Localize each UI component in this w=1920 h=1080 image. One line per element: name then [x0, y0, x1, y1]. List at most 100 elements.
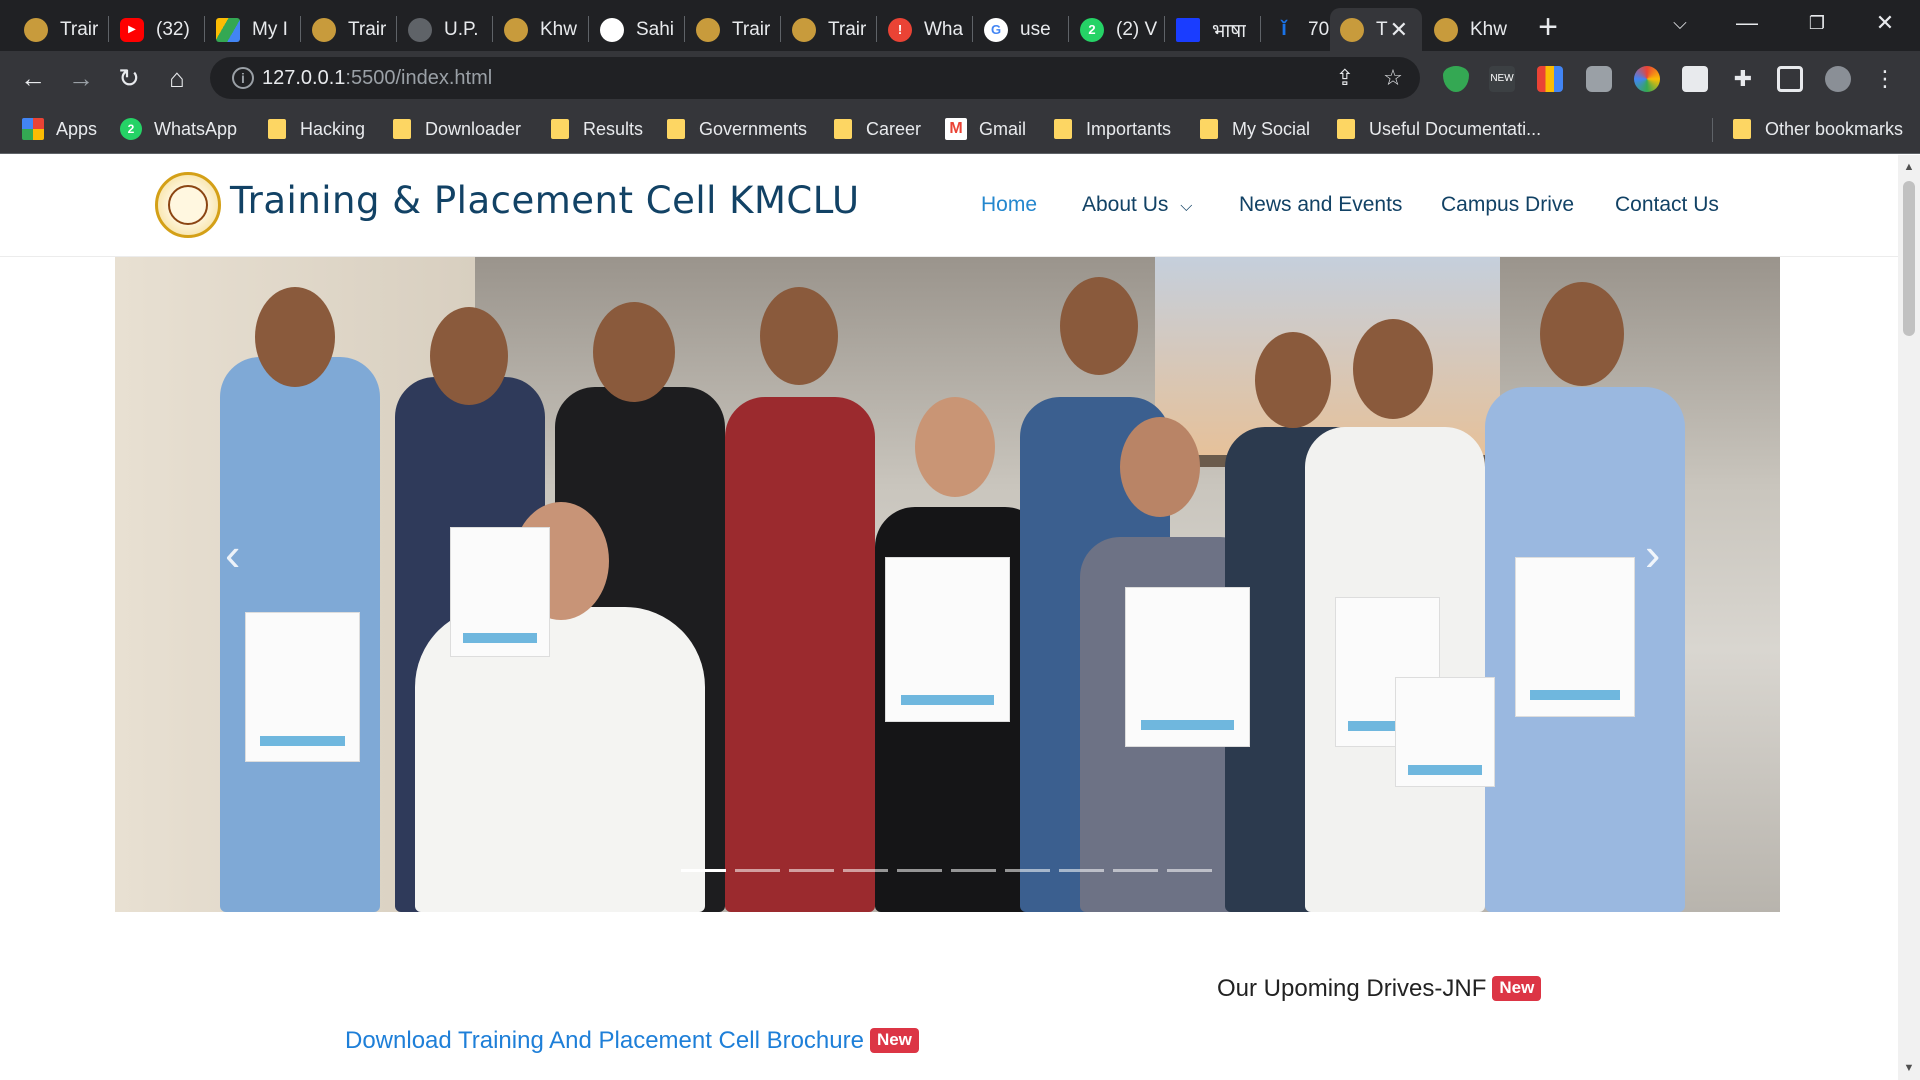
site-title[interactable]: Training & Placement Cell KMCLU [230, 179, 860, 222]
gmail-icon: M [945, 118, 967, 140]
scroll-up-arrow-icon[interactable]: ▲ [1898, 157, 1920, 177]
youtube-icon: ▶ [120, 17, 144, 42]
folder-icon [1054, 119, 1072, 139]
bookmark-folder[interactable]: Useful Documentati... [1337, 114, 1541, 144]
bookmark-folder[interactable]: Career [834, 114, 921, 144]
folder-icon [834, 119, 852, 139]
new-badge: New [869, 1028, 919, 1053]
nav-campus-drive[interactable]: Campus Drive [1441, 193, 1574, 217]
browser-tab[interactable]: My I [206, 8, 298, 51]
kmclu-logo[interactable] [155, 172, 221, 238]
bookmark-folder[interactable]: Downloader [393, 114, 521, 144]
browser-tab[interactable]: Trair [782, 8, 874, 51]
folder-icon [268, 119, 286, 139]
browser-tab[interactable]: Khw [1424, 8, 1516, 51]
browser-tab[interactable]: Sahi [590, 8, 682, 51]
address-url[interactable]: 127.0.0.1:5500/index.html [262, 67, 492, 90]
bookmark-folder[interactable]: Hacking [268, 114, 365, 144]
calendar-extension-icon[interactable] [1682, 66, 1708, 92]
folder-icon [1200, 119, 1218, 139]
github-icon [600, 17, 624, 42]
carousel-indicator[interactable] [681, 869, 726, 872]
nav-news-and-events[interactable]: News and Events [1239, 193, 1402, 217]
browser-tab[interactable]: Guse [974, 8, 1066, 51]
close-tab-icon[interactable]: ✕ [1390, 17, 1408, 43]
color-picker-extension-icon[interactable] [1537, 66, 1563, 92]
carousel-next-arrow-icon[interactable]: › [1645, 527, 1660, 581]
browser-tab[interactable]: भाषा [1166, 8, 1258, 51]
close-window-button[interactable]: ✕ [1850, 0, 1920, 46]
restore-window-button[interactable]: ❐ [1782, 0, 1852, 46]
nav-contact-us[interactable]: Contact Us [1615, 193, 1719, 217]
browser-tab[interactable]: ! Wha [878, 8, 970, 51]
bookmark-folder[interactable]: Governments [667, 114, 807, 144]
camera-extension-icon[interactable] [1586, 66, 1612, 92]
browser-tab[interactable]: Trair [302, 8, 394, 51]
bookmark-folder[interactable]: Results [551, 114, 643, 144]
browser-tab[interactable]: Trair [686, 8, 778, 51]
back-arrow-icon[interactable]: ← [14, 59, 52, 97]
carousel-indicator[interactable] [735, 869, 780, 872]
folder-icon [667, 119, 685, 139]
address-bar[interactable]: i 127.0.0.1:5500/index.html ⇪ ☆ [210, 57, 1420, 99]
carousel-indicator[interactable] [951, 869, 996, 872]
browser-menu-icon[interactable]: ⋮ [1872, 66, 1898, 92]
bookmark-gmail[interactable]: M Gmail [945, 114, 1026, 144]
bookmark-apps[interactable]: Apps [22, 114, 97, 144]
browser-tab[interactable]: U.P. [398, 8, 490, 51]
download-brochure-link[interactable]: Download Training And Placement Cell Bro… [345, 1027, 919, 1055]
globe-icon [408, 17, 432, 42]
reload-icon[interactable]: ↻ [110, 59, 148, 97]
kmclu-favicon-icon [1340, 17, 1364, 42]
nav-home[interactable]: Home [981, 193, 1037, 217]
google-drive-icon [216, 17, 240, 42]
page-scrollbar[interactable]: ▲ ▼ [1898, 155, 1920, 1080]
page-viewport: Training & Placement Cell KMCLU Home Abo… [0, 155, 1898, 1080]
new-badge: New [1492, 976, 1542, 1001]
carousel-indicator[interactable] [789, 869, 834, 872]
site-info-icon[interactable]: i [232, 67, 254, 89]
carousel-indicator[interactable] [1167, 869, 1212, 872]
minimize-window-button[interactable]: — [1712, 0, 1782, 46]
nav-about-us[interactable]: About Us ⌵ [1082, 193, 1192, 217]
bookmark-folder[interactable]: My Social [1200, 114, 1310, 144]
chevron-down-icon: ⌵ [1180, 198, 1193, 215]
site-icon [1176, 17, 1200, 42]
carousel-indicator[interactable] [897, 869, 942, 872]
tab-search-chevron-icon[interactable]: ⌵ [1645, 0, 1715, 46]
chrome-extension-icon[interactable] [1634, 66, 1660, 92]
home-icon[interactable]: ⌂ [158, 59, 196, 97]
share-icon[interactable]: ⇪ [1332, 65, 1358, 91]
other-bookmarks-folder[interactable]: Other bookmarks [1733, 114, 1903, 144]
person-icon: ǐ [1281, 18, 1287, 40]
forward-arrow-icon[interactable]: → [62, 59, 100, 97]
scrollbar-thumb[interactable] [1903, 181, 1915, 336]
new-extension-icon[interactable]: NEW [1489, 66, 1515, 92]
whatsapp-icon: 2 [1080, 17, 1104, 42]
bookmark-star-icon[interactable]: ☆ [1380, 65, 1406, 91]
browser-tab-active[interactable]: T ✕ [1330, 8, 1422, 51]
browser-tab[interactable]: ▶ (32) [110, 8, 202, 51]
browser-tab[interactable]: Trair [14, 8, 106, 51]
browser-tab[interactable]: ǐ70 N [1262, 8, 1332, 51]
scroll-down-arrow-icon[interactable]: ▼ [1898, 1058, 1920, 1078]
carousel-indicator[interactable] [1113, 869, 1158, 872]
kmclu-favicon-icon [504, 17, 528, 42]
kmclu-favicon-icon [696, 17, 720, 42]
folder-icon [1337, 119, 1355, 139]
puzzle-extensions-icon[interactable]: ✚ [1730, 66, 1756, 92]
browser-tab[interactable]: 2 (2) V [1070, 8, 1162, 51]
carousel-indicator[interactable] [843, 869, 888, 872]
new-tab-button[interactable]: + [1528, 8, 1568, 48]
browser-tab[interactable]: Khw [494, 8, 586, 51]
bookmark-folder[interactable]: Importants [1054, 114, 1171, 144]
side-panel-icon[interactable] [1777, 66, 1803, 92]
folder-icon [393, 119, 411, 139]
shield-extension-icon[interactable] [1443, 66, 1469, 92]
carousel-indicator[interactable] [1059, 869, 1104, 872]
bookmark-whatsapp[interactable]: 2 WhatsApp [120, 114, 237, 144]
carousel-prev-arrow-icon[interactable]: ‹ [225, 527, 240, 581]
carousel-indicator[interactable] [1005, 869, 1050, 872]
kmclu-favicon-icon [312, 17, 336, 42]
profile-avatar[interactable] [1825, 66, 1851, 92]
